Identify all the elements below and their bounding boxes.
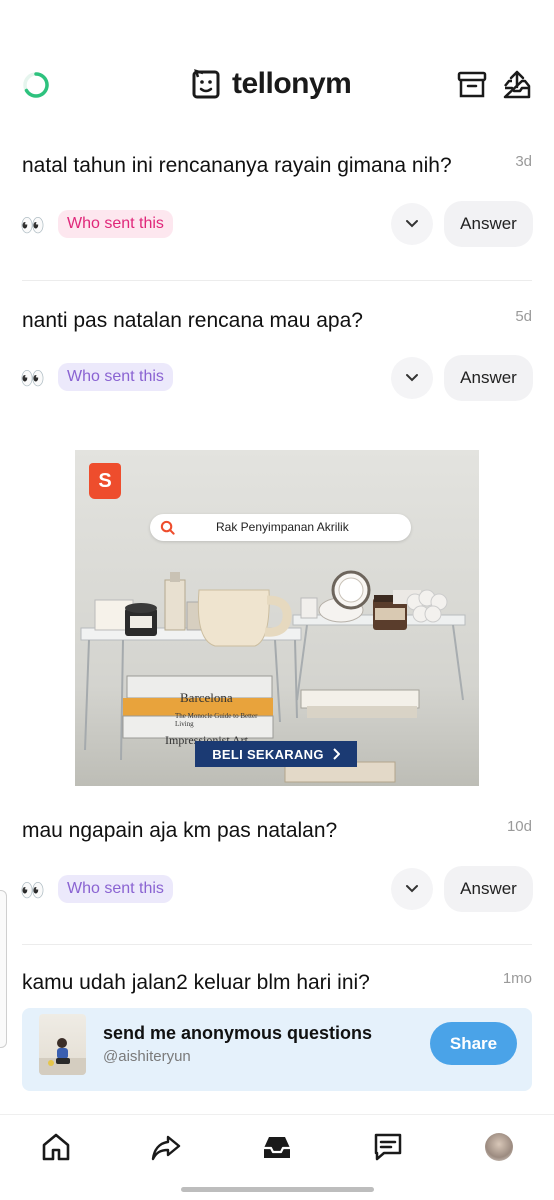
profile-avatar[interactable]: [485, 1133, 513, 1161]
ad-book-title-2: The Monocle Guide to Better Living: [175, 712, 258, 728]
ad-search-bar: Rak Penyimpanan Akrilik: [150, 514, 411, 541]
question-card: kamu udah jalan2 keluar blm hari ini? 1m…: [0, 955, 554, 1005]
question-card: nanti pas natalan rencana mau apa? 5d 👀 …: [0, 295, 554, 435]
banner-avatar: [39, 1014, 86, 1075]
chat-icon[interactable]: [372, 1131, 404, 1163]
options-dropdown-button[interactable]: [391, 203, 433, 245]
eyes-emoji-icon: 👀: [20, 215, 45, 237]
home-icon[interactable]: [40, 1131, 72, 1163]
chevron-right-icon: [333, 748, 340, 760]
share-button[interactable]: Share: [430, 1022, 517, 1065]
side-edge-handle[interactable]: [0, 890, 7, 1048]
chevron-down-icon: [406, 374, 418, 382]
search-icon: [160, 520, 175, 535]
question-text[interactable]: kamu udah jalan2 keluar blm hari ini?: [22, 971, 370, 995]
chevron-down-icon: [406, 885, 418, 893]
divider: [22, 944, 532, 945]
child-photo-icon: [39, 1038, 86, 1075]
eyes-emoji-icon: 👀: [20, 368, 45, 390]
answer-button[interactable]: Answer: [444, 355, 533, 401]
share-profile-banner: send me anonymous questions @aishiteryun…: [22, 1008, 532, 1091]
tellonym-mark-icon: [192, 69, 220, 99]
question-time: 5d: [515, 308, 532, 325]
home-indicator: [181, 1187, 374, 1192]
banner-title: send me anonymous questions: [103, 1023, 373, 1043]
ad-book-title-1: Barcelona: [180, 690, 233, 705]
shopee-bag-icon: S: [89, 463, 121, 499]
question-card: natal tahun ini rencananya rayain gimana…: [0, 140, 554, 280]
sponsored-ad-banner[interactable]: Barcelona The Monocle Guide to Better Li…: [75, 450, 479, 786]
forward-arrow-icon[interactable]: [150, 1131, 182, 1163]
question-time: 1mo: [502, 970, 532, 987]
archive-icon[interactable]: [456, 69, 488, 101]
who-sent-this-button[interactable]: Who sent this: [58, 363, 173, 391]
buy-now-button[interactable]: BELI SEKARANG: [195, 741, 357, 767]
loading-spinner-icon: [23, 72, 49, 98]
eyes-emoji-icon: 👀: [20, 880, 45, 902]
logo-text: tellonym: [232, 67, 352, 100]
question-text[interactable]: mau ngapain aja km pas natalan?: [22, 819, 337, 843]
who-sent-this-button[interactable]: Who sent this: [58, 210, 173, 238]
banner-handle: @aishiteryun: [103, 1048, 191, 1065]
question-time: 10d: [506, 818, 532, 835]
share-inbox-icon[interactable]: [501, 69, 533, 101]
options-dropdown-button[interactable]: [391, 357, 433, 399]
options-dropdown-button[interactable]: [391, 868, 433, 910]
tellonym-logo: tellonym: [190, 67, 352, 101]
bottom-navigation: [0, 1114, 554, 1180]
inbox-tray-icon[interactable]: [261, 1131, 293, 1163]
question-text[interactable]: nanti pas natalan rencana mau apa?: [22, 309, 363, 333]
buy-now-label: BELI SEKARANG: [212, 746, 324, 762]
app-header: tellonym: [0, 60, 554, 110]
chevron-down-icon: [406, 220, 418, 228]
question-text[interactable]: natal tahun ini rencananya rayain gimana…: [22, 154, 452, 178]
who-sent-this-button[interactable]: Who sent this: [58, 875, 173, 903]
answer-button[interactable]: Answer: [444, 201, 533, 247]
question-card: mau ngapain aja km pas natalan? 10d 👀 Wh…: [0, 805, 554, 945]
ad-search-text: Rak Penyimpanan Akrilik: [216, 520, 349, 534]
divider: [22, 280, 532, 281]
ad-product-illustration: [80, 570, 466, 783]
question-time: 3d: [515, 153, 532, 170]
answer-button[interactable]: Answer: [444, 866, 533, 912]
